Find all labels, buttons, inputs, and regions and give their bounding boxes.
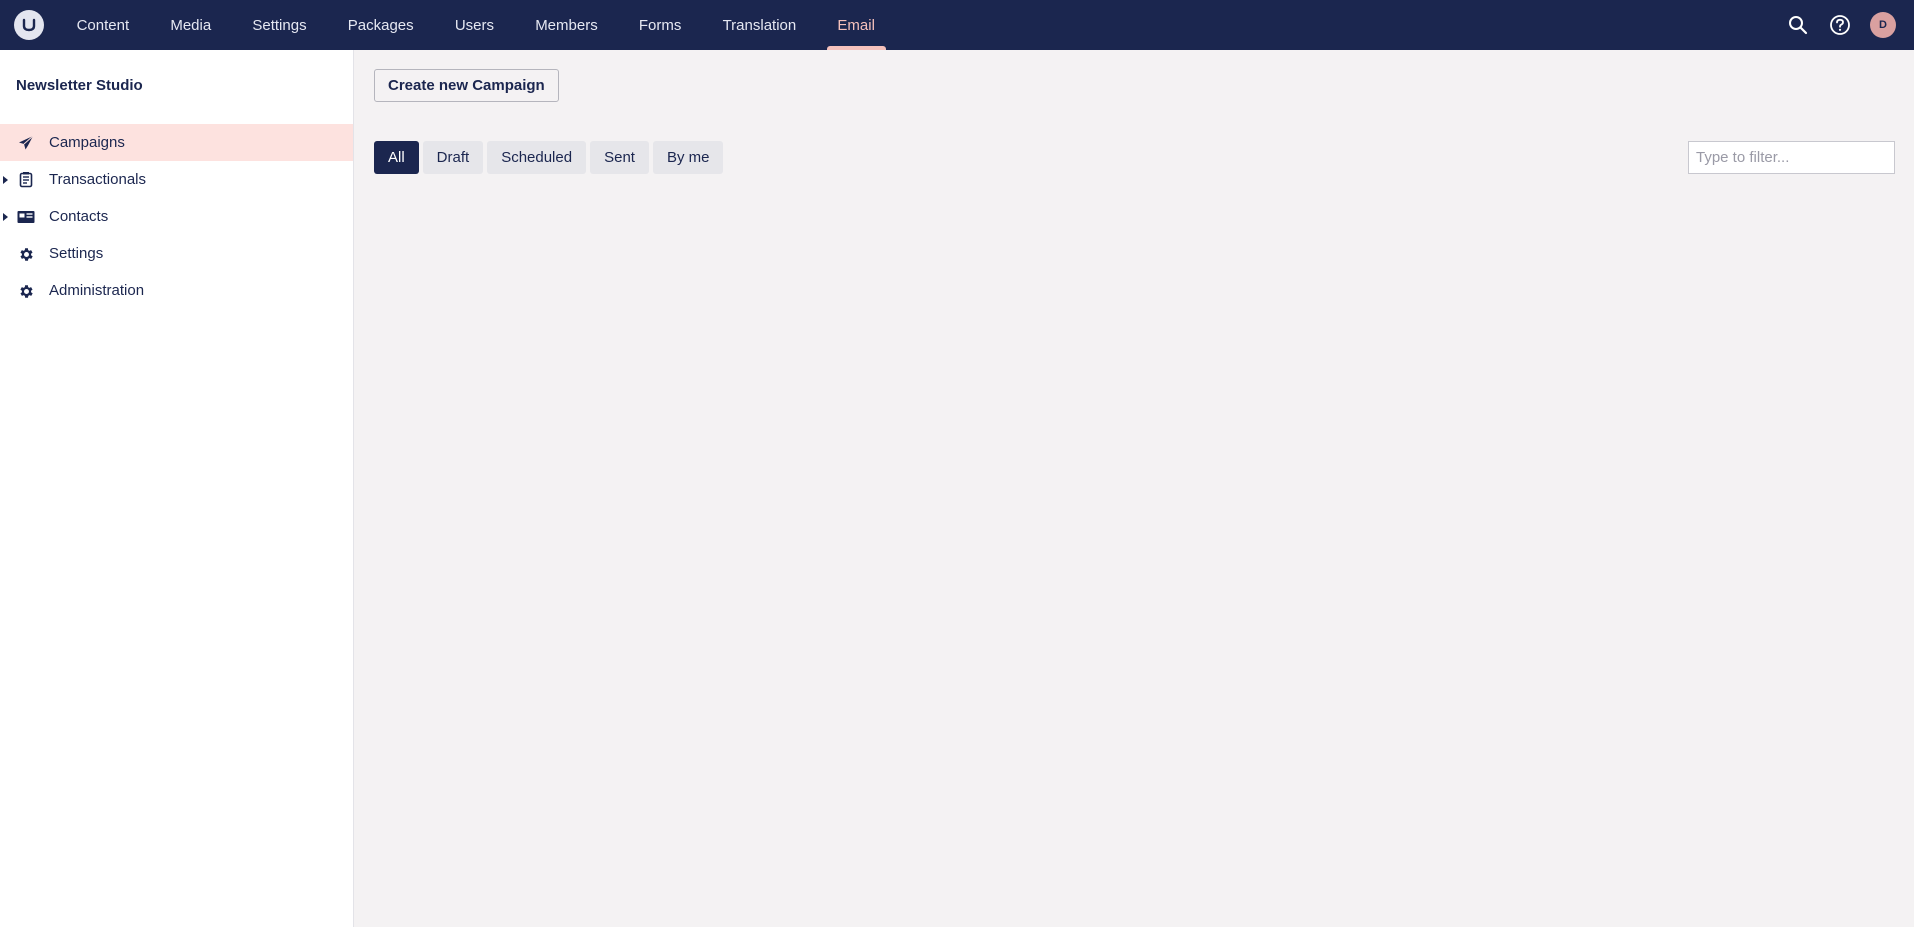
create-campaign-button[interactable]: Create new Campaign xyxy=(374,69,559,102)
sidebar-tree: Campaigns Transactionals Contacts Settin… xyxy=(0,124,353,309)
nav-settings[interactable]: Settings xyxy=(232,0,327,50)
nav-users[interactable]: Users xyxy=(434,0,514,50)
umbraco-logo-icon[interactable] xyxy=(14,10,44,40)
paper-plane-icon xyxy=(17,134,35,152)
section-nav: Content Media Settings Packages Users Me… xyxy=(56,0,896,50)
filter-all-button[interactable]: All xyxy=(374,141,419,174)
sidebar-title: Newsletter Studio xyxy=(16,77,143,94)
gear-icon xyxy=(17,282,35,300)
expand-caret-icon[interactable] xyxy=(3,176,8,184)
nav-content[interactable]: Content xyxy=(56,0,150,50)
filter-draft-button[interactable]: Draft xyxy=(422,141,484,174)
nav-members[interactable]: Members xyxy=(515,0,619,50)
nav-media[interactable]: Media xyxy=(150,0,232,50)
nav-email[interactable]: Email xyxy=(817,0,896,50)
top-right-actions: D xyxy=(1768,12,1896,38)
user-avatar[interactable]: D xyxy=(1870,12,1896,38)
document-icon xyxy=(17,171,35,189)
filter-scheduled-button[interactable]: Scheduled xyxy=(487,141,587,174)
nav-packages[interactable]: Packages xyxy=(327,0,434,50)
sidebar-item-label: Settings xyxy=(49,245,104,262)
sidebar-item-label: Campaigns xyxy=(49,134,125,151)
filter-input[interactable] xyxy=(1688,141,1895,174)
filter-sent-button[interactable]: Sent xyxy=(590,141,649,174)
sidebar-item-label: Contacts xyxy=(49,208,109,225)
sidebar-item-campaigns[interactable]: Campaigns xyxy=(0,124,353,161)
gear-icon xyxy=(17,245,35,263)
nav-translation[interactable]: Translation xyxy=(702,0,817,50)
filter-by-me-button[interactable]: By me xyxy=(652,141,724,174)
sidebar: Newsletter Studio Campaigns Transactiona… xyxy=(0,50,354,927)
help-icon[interactable] xyxy=(1828,13,1852,37)
search-icon[interactable] xyxy=(1786,13,1810,37)
status-filter-tabs: All Draft Scheduled Sent By me xyxy=(374,141,727,174)
top-navigation-bar: Content Media Settings Packages Users Me… xyxy=(0,0,1914,50)
main-content: Create new Campaign All Draft Scheduled … xyxy=(355,50,1914,927)
sidebar-item-label: Administration xyxy=(49,282,145,299)
sidebar-item-label: Transactionals xyxy=(49,171,146,188)
sidebar-item-administration[interactable]: Administration xyxy=(0,272,353,309)
sidebar-item-settings[interactable]: Settings xyxy=(0,235,353,272)
expand-caret-icon[interactable] xyxy=(3,213,8,221)
nav-forms[interactable]: Forms xyxy=(618,0,702,50)
sidebar-item-transactionals[interactable]: Transactionals xyxy=(0,161,353,198)
sidebar-item-contacts[interactable]: Contacts xyxy=(0,198,353,235)
address-card-icon xyxy=(17,208,35,226)
